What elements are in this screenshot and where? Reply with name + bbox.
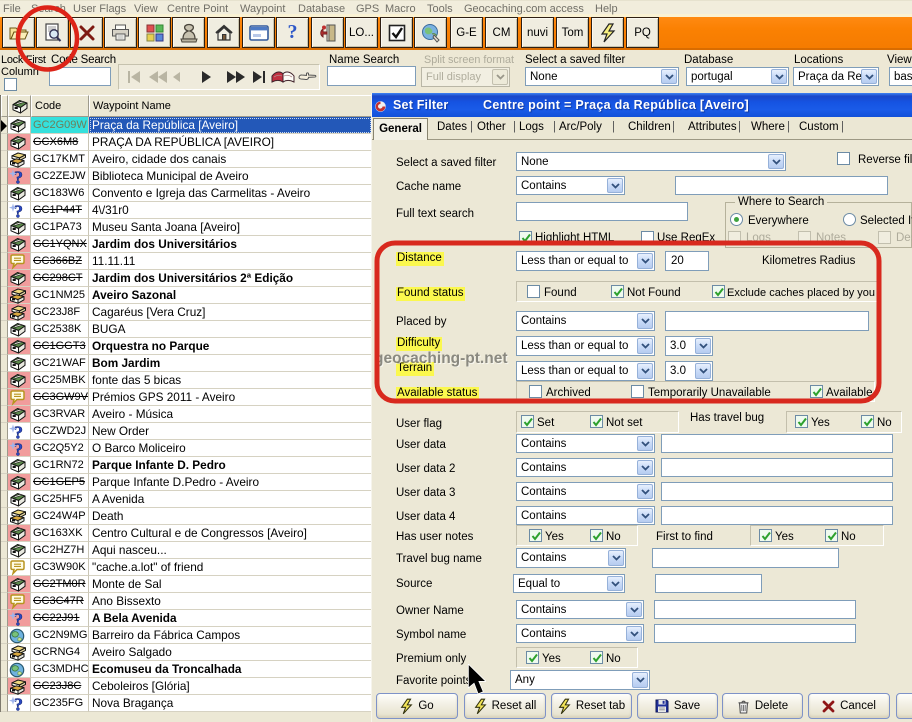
svg-text:?: ? (14, 611, 23, 627)
svg-text:?: ? (14, 696, 23, 712)
svg-text:?: ? (14, 203, 23, 219)
svg-text:?: ? (14, 424, 23, 440)
svg-text:?: ? (14, 441, 23, 457)
svg-text:?: ? (14, 169, 23, 185)
